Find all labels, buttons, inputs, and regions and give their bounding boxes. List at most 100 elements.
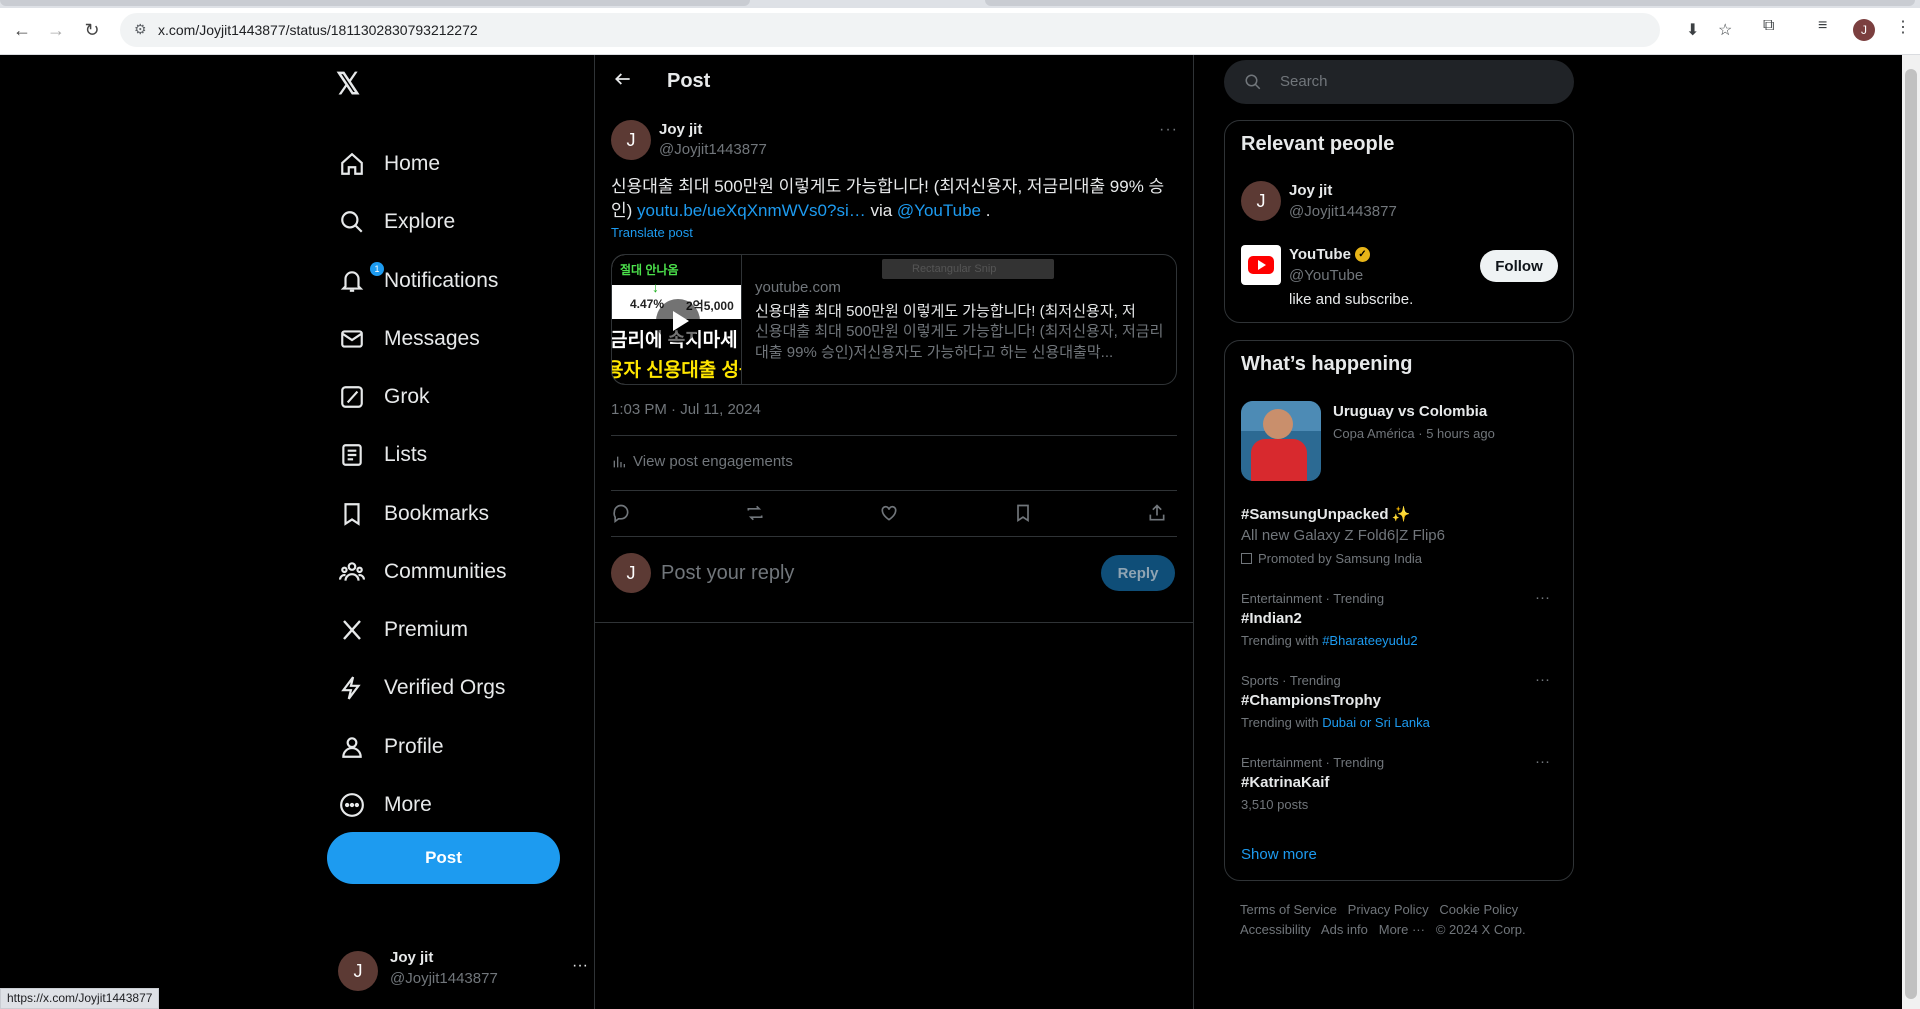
media-icon[interactable]: ≡ [1818,17,1827,35]
x-logo-icon [338,616,366,644]
translate-post-link[interactable]: Translate post [611,225,693,240]
trend-image[interactable] [1241,401,1321,481]
footer-link[interactable]: Terms of Service [1240,902,1337,917]
trend-with-link[interactable]: #Bharateeyudu2 [1322,633,1417,648]
reply-input[interactable]: Post your reply [661,562,794,585]
scrollbar[interactable] [1902,55,1920,1009]
tweet-timestamp[interactable]: 1:03 PM · Jul 11, 2024 [611,401,761,418]
reply-button[interactable]: Reply [1101,555,1175,591]
trend-category: Entertainment · Trending [1241,755,1385,770]
search-input[interactable]: Search [1280,73,1328,90]
trend-more-icon[interactable]: ··· [1535,753,1550,770]
thumb-line-2: 용자 신용대출 성공 [612,360,741,381]
avatar[interactable]: J [611,120,651,160]
nav-label: Bookmarks [384,502,490,525]
grok-icon [338,383,366,411]
trend-with-link[interactable]: Dubai or Sri Lanka [1322,715,1430,730]
nav-label: Communities [384,560,507,583]
avatar: J [611,553,651,593]
trend-more-icon[interactable]: ··· [1535,671,1550,688]
footer-link[interactable]: Ads info [1321,922,1368,937]
browser-chrome: ← → ↻ ⚙ x.com/Joyjit1443877/status/18113… [0,0,1920,55]
trend-more-icon[interactable]: ··· [1535,589,1550,606]
search-icon [1245,74,1261,90]
nav-bookmarks[interactable]: Bookmarks [338,491,489,537]
nav-communities[interactable]: Communities [338,549,507,595]
card-domain: youtube.com [755,279,841,296]
address-bar[interactable]: ⚙ x.com/Joyjit1443877/status/18113028307… [120,13,1732,47]
nav-verified-orgs[interactable]: Verified Orgs [338,665,505,711]
nav-label: More [384,793,432,816]
trend-title[interactable]: Uruguay vs Colombia [1333,403,1487,420]
forward-icon[interactable]: → [44,18,68,42]
trend-item[interactable]: Entertainment · Trending ··· #KatrinaKai… [1225,753,1573,825]
account-switcher[interactable]: J Joy jit @Joyjit1443877 ··· [338,943,598,999]
nav-home[interactable]: Home [338,141,440,187]
trend-category: Sports · Trending [1241,673,1341,688]
footer-link[interactable]: Cookie Policy [1439,902,1518,917]
trend-item[interactable]: Sports · Trending ··· #ChampionsTrophy T… [1225,671,1573,743]
right-sidebar: Search Relevant people J Joy jit @Joyjit… [1224,55,1574,1009]
person-handle[interactable]: @YouTube [1289,267,1363,284]
browser-profile-avatar[interactable]: J [1853,19,1875,41]
extensions-icon[interactable]: ⧉ [1763,17,1774,35]
snip-overlay: Rectangular Snip [882,259,1054,279]
video-thumbnail[interactable]: 절대 안나옴 ↓ 4.47% 2억5,000 금리에 속지마세 용자 신용대출 … [612,255,742,384]
nav-grok[interactable]: Grok [338,374,430,420]
trend-tag: #Indian2 [1241,610,1302,627]
person-name[interactable]: Joy jit [1289,182,1332,199]
link-card[interactable]: 절대 안나옴 ↓ 4.47% 2억5,000 금리에 속지마세 용자 신용대출 … [611,254,1177,385]
avatar[interactable]: J [1241,181,1281,221]
footer-link[interactable]: Privacy Policy [1348,902,1429,917]
address-url[interactable]: x.com/Joyjit1443877/status/1811302830793… [158,22,478,38]
nav-premium[interactable]: Premium [338,607,468,653]
like-icon[interactable] [879,503,899,528]
author-name[interactable]: Joy jit [659,121,702,138]
search-box[interactable]: Search [1224,60,1574,104]
promoted-trend[interactable]: #SamsungUnpacked ✨ [1241,505,1410,524]
reply-icon[interactable] [611,503,631,528]
nav-profile[interactable]: Profile [338,724,444,770]
footer-links: Terms of Service Privacy Policy Cookie P… [1240,900,1570,940]
show-more-link[interactable]: Show more [1241,846,1317,863]
footer-link[interactable]: Accessibility [1240,922,1311,937]
post-button[interactable]: Post [327,832,560,884]
site-info-icon[interactable]: ⚙ [134,21,147,38]
analytics-icon [613,456,625,467]
reload-icon[interactable]: ↻ [80,18,104,42]
youtube-logo-icon[interactable] [1241,245,1281,285]
promoted-desc: All new Galaxy Z Fold6|Z Flip6 [1241,527,1445,544]
trend-item[interactable]: Entertainment · Trending ··· #Indian2 Tr… [1225,589,1573,661]
nav-messages[interactable]: Messages [338,316,480,362]
nav-notifications[interactable]: 1 Notifications [338,258,498,304]
nav-more[interactable]: More [338,782,432,828]
install-icon[interactable]: ⬇ [1686,20,1699,40]
scrollbar-thumb[interactable] [1905,69,1917,999]
share-icon[interactable] [1147,503,1167,528]
whats-happening-title: What’s happening [1241,353,1413,375]
main-column: Post J Joy jit @Joyjit1443877 ··· 신용대출 최… [594,55,1194,1009]
retweet-icon[interactable] [745,503,765,528]
nav-label: Grok [384,385,430,408]
nav-explore[interactable]: Explore [338,199,455,245]
back-arrow-icon[interactable] [613,69,633,95]
person-handle[interactable]: @Joyjit1443877 [1289,203,1397,220]
play-icon[interactable] [656,299,700,343]
nav-lists[interactable]: Lists [338,432,427,478]
author-handle[interactable]: @Joyjit1443877 [659,141,767,158]
back-icon[interactable]: ← [10,18,34,42]
person-name-row[interactable]: YouTube ✓ [1289,246,1370,263]
bookmark-icon[interactable] [1013,503,1033,528]
view-engagements[interactable]: View post engagements [611,453,793,470]
tweet-mention[interactable]: @YouTube [897,201,981,220]
tweet-link[interactable]: youtu.be/ueXqXnmWVs0?si… [637,201,866,220]
x-logo-icon[interactable]: 𝕏 [336,67,360,102]
promoted-tag: #SamsungUnpacked [1241,505,1389,523]
browser-menu-icon[interactable]: ⋮ [1895,17,1911,37]
tweet-more-icon[interactable]: ··· [1159,121,1178,139]
follow-button[interactable]: Follow [1480,250,1558,282]
bookmark-star-icon[interactable]: ☆ [1718,20,1732,40]
account-name: Joy jit [390,949,434,966]
footer-link[interactable]: More ··· [1379,922,1425,937]
account-more-icon[interactable]: ··· [572,957,588,975]
